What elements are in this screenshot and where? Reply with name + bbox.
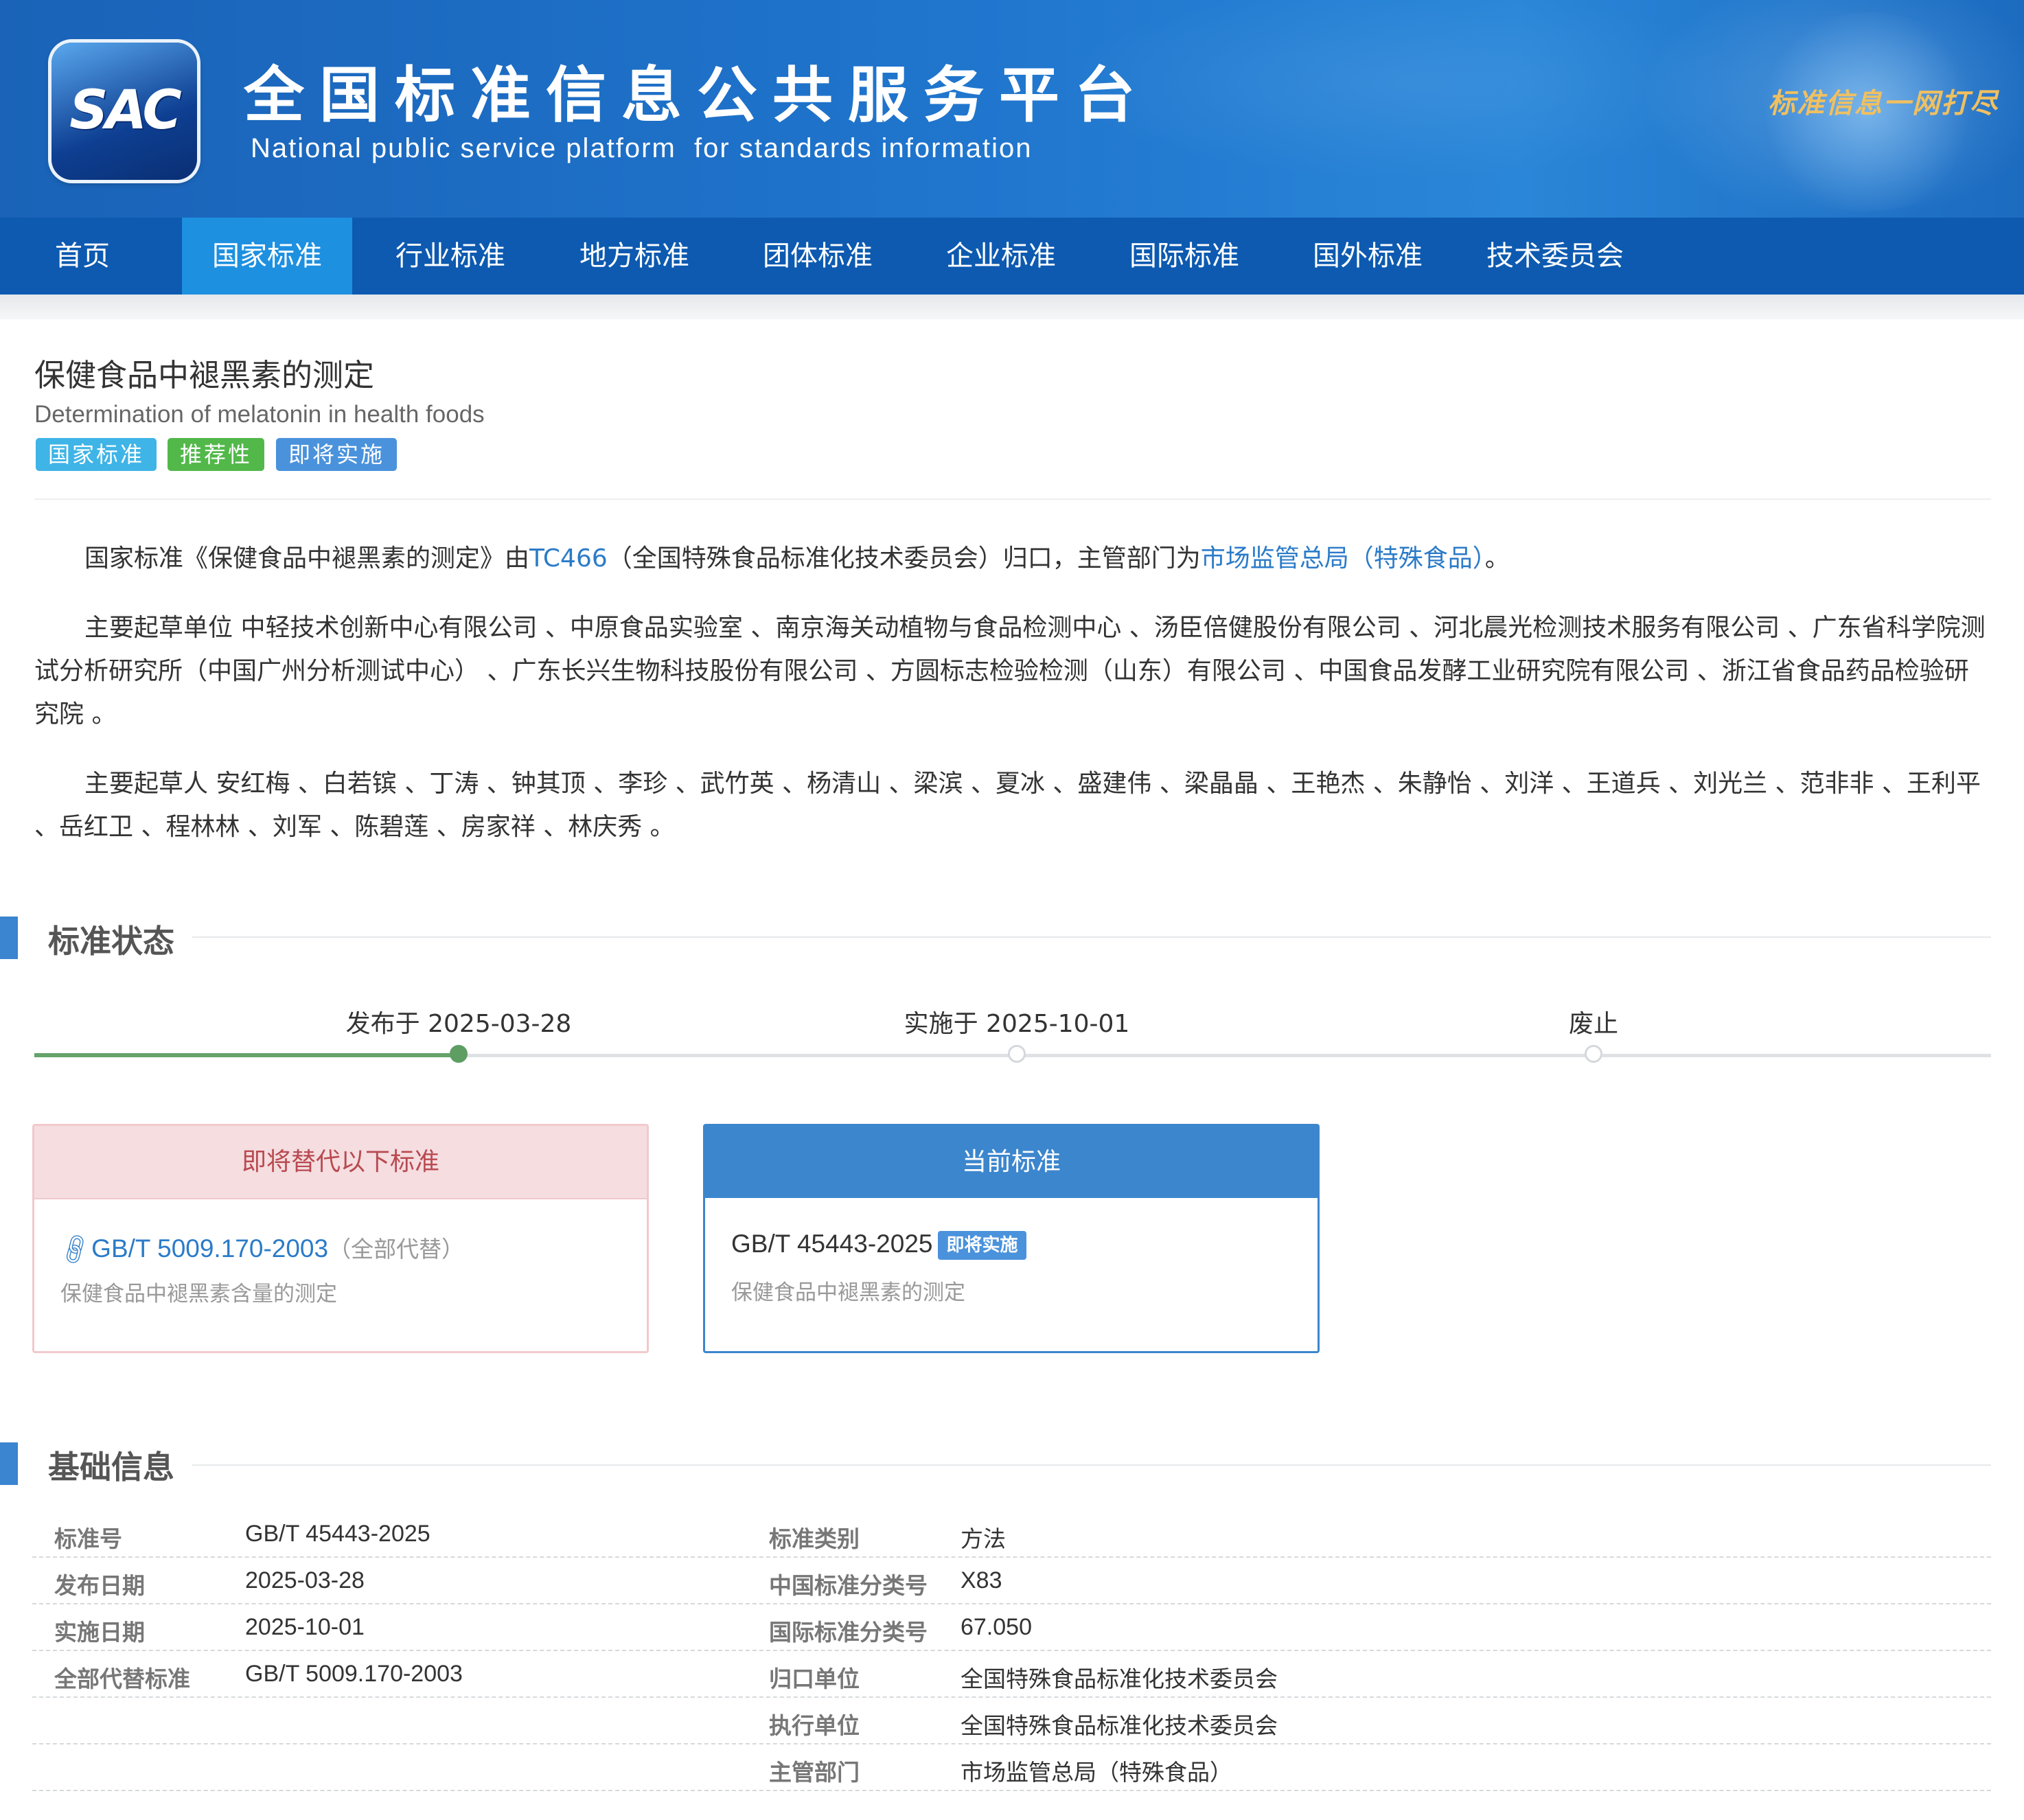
section-marker (0, 1442, 18, 1485)
nav-shadow (0, 295, 2024, 319)
value-standard-category: 方法 (961, 1525, 1006, 1552)
dept-link[interactable]: 市场监管总局（特殊食品） (1201, 544, 1485, 573)
standard-title: 保健食品中褪黑素的测定 (34, 357, 375, 393)
info-row: 发布日期 2025-03-28 中国标准分类号 X83 (32, 1558, 1991, 1604)
current-standard-code: GB/T 45443-2025 (731, 1230, 933, 1258)
label-replaced-standard: 全部代替标准 (54, 1666, 190, 1692)
tag-recommended: 推荐性 (168, 438, 265, 471)
label-executing-unit: 执行单位 (769, 1712, 860, 1739)
label-ccs: 中国标准分类号 (769, 1572, 928, 1599)
current-standard-row: GB/T 45443-2025 即将实施 (731, 1230, 1026, 1260)
responsible-unit-link[interactable]: 全国特殊食品标准化技术委员会 (961, 1661, 1278, 1694)
info-row: 主管部门 市场监管总局（特殊食品） (32, 1744, 1991, 1791)
executing-unit-link[interactable]: 全国特殊食品标准化技术委员会 (961, 1707, 1278, 1740)
timeline-effective-label: 实施于 2025-10-01 (904, 1010, 1130, 1038)
current-standard-card: 当前标准 GB/T 45443-2025 即将实施 保健食品中褪黑素的测定 (703, 1124, 1320, 1353)
replaced-standard-name: 保健食品中褪黑素含量的测定 (60, 1282, 337, 1306)
label-effective-date: 实施日期 (54, 1619, 145, 1646)
timeline-published-label: 发布于 2025-03-28 (345, 1010, 572, 1038)
intro-paragraph-drafting-units: 主要起草单位 中轻技术创新中心有限公司 、中原食品实验室 、南京海关动植物与食品… (34, 606, 1991, 736)
replaced-standard-card: 即将替代以下标准 🔗︎GB/T 5009.170-2003（全部代替） 保健食品… (32, 1124, 649, 1353)
section-title-status: 标准状态 (48, 923, 174, 960)
upcoming-badge: 即将实施 (938, 1231, 1026, 1260)
nav-enterprise-standards[interactable]: 企业标准 (916, 218, 1086, 295)
divider (34, 498, 1991, 500)
value-ics: 67.050 (961, 1614, 1032, 1640)
replaced-card-header: 即将替代以下标准 (34, 1126, 647, 1199)
main-nav: 首页 国家标准 行业标准 地方标准 团体标准 企业标准 国际标准 国外标准 技术… (0, 218, 2024, 295)
nav-local-standards[interactable]: 地方标准 (549, 218, 720, 295)
label-standard-no: 标准号 (54, 1525, 122, 1552)
site-subtitle: National public service platform for sta… (251, 133, 1033, 163)
current-card-header: 当前标准 (705, 1126, 1318, 1198)
intro-text-a: 国家标准《保健食品中褪黑素的测定》由 (84, 544, 530, 573)
value-effective-date: 2025-10-01 (245, 1614, 365, 1640)
value-replaced-standard: GB/T 5009.170-2003 (245, 1661, 463, 1687)
info-row: 标准号 GB/T 45443-2025 标准类别 方法 (32, 1511, 1991, 1558)
intro-paragraph-drafters: 主要起草人 安红梅 、白若镔 、丁涛 、钟其顶 、李珍 、武竹英 、杨清山 、梁… (34, 762, 1991, 849)
link-icon: 🔗︎ (56, 1230, 95, 1269)
tag-national-standard: 国家标准 (36, 438, 157, 471)
label-publish-date: 发布日期 (54, 1572, 145, 1599)
replaced-standard-row: 🔗︎GB/T 5009.170-2003（全部代替） (56, 1231, 465, 1268)
current-standard-name: 保健食品中褪黑素的测定 (731, 1280, 965, 1305)
nav-home[interactable]: 首页 (0, 218, 165, 295)
value-standard-no: GB/T 45443-2025 (245, 1521, 430, 1547)
section-title-basic-info: 基础信息 (48, 1449, 174, 1486)
drafting-units-text: 主要起草单位 中轻技术创新中心有限公司 、中原食品实验室 、南京海关动植物与食品… (34, 614, 1986, 728)
info-row: 全部代替标准 GB/T 5009.170-2003 归口单位 全国特殊食品标准化… (32, 1651, 1991, 1698)
sac-logo[interactable]: SAC (51, 43, 197, 180)
nav-industry-standards[interactable]: 行业标准 (365, 218, 536, 295)
nav-technical-committees[interactable]: 技术委员会 (1466, 218, 1644, 295)
logo-text: SAC (69, 80, 181, 141)
intro-text-b: （全国特殊食品标准化技术委员会）归口，主管部门为 (607, 544, 1201, 573)
label-standard-category: 标准类别 (769, 1525, 860, 1552)
nav-national-standards[interactable]: 国家标准 (182, 218, 352, 295)
replaced-standard-link[interactable]: GB/T 5009.170-2003 (91, 1234, 328, 1263)
standard-title-en: Determination of melatonin in health foo… (34, 401, 485, 428)
competent-dept-link[interactable]: 市场监管总局（特殊食品） (961, 1754, 1232, 1787)
timeline-dot-abolished (1585, 1045, 1602, 1063)
nav-international-standards[interactable]: 国际标准 (1099, 218, 1269, 295)
tc-link[interactable]: TC466 (529, 544, 608, 573)
site-slogan: 标准信息一网打尽 (1768, 87, 1999, 119)
value-ccs: X83 (961, 1567, 1002, 1593)
site-header: SAC 全国标准信息公共服务平台 National public service… (0, 0, 2024, 218)
value-publish-date: 2025-03-28 (245, 1567, 365, 1593)
section-rule (192, 936, 1991, 938)
info-row: 实施日期 2025-10-01 国际标准分类号 67.050 (32, 1604, 1991, 1651)
replace-type-note: （全部代替） (328, 1236, 465, 1263)
section-rule (192, 1464, 1991, 1466)
drafters-text: 主要起草人 安红梅 、白若镔 、丁涛 、钟其顶 、李珍 、武竹英 、杨清山 、梁… (34, 770, 1981, 841)
info-row: 执行单位 全国特殊食品标准化技术委员会 (32, 1698, 1991, 1744)
nav-foreign-standards[interactable]: 国外标准 (1283, 218, 1453, 295)
intro-paragraph-committee: 国家标准《保健食品中褪黑素的测定》由TC466（全国特殊食品标准化技术委员会）归… (34, 537, 1991, 580)
label-ics: 国际标准分类号 (769, 1619, 928, 1646)
site-title: 全国标准信息公共服务平台 (244, 60, 1151, 130)
nav-group-standards[interactable]: 团体标准 (733, 218, 903, 295)
timeline-progress (34, 1053, 459, 1057)
intro-text-c: 。 (1484, 544, 1510, 573)
label-competent-dept: 主管部门 (769, 1759, 860, 1786)
timeline-abolished-label: 废止 (1568, 1010, 1619, 1038)
section-marker (0, 917, 18, 959)
timeline-dot-published (450, 1045, 468, 1063)
timeline-dot-effective (1008, 1045, 1026, 1063)
tag-upcoming: 即将实施 (276, 438, 398, 471)
label-responsible-unit: 归口单位 (769, 1666, 860, 1692)
